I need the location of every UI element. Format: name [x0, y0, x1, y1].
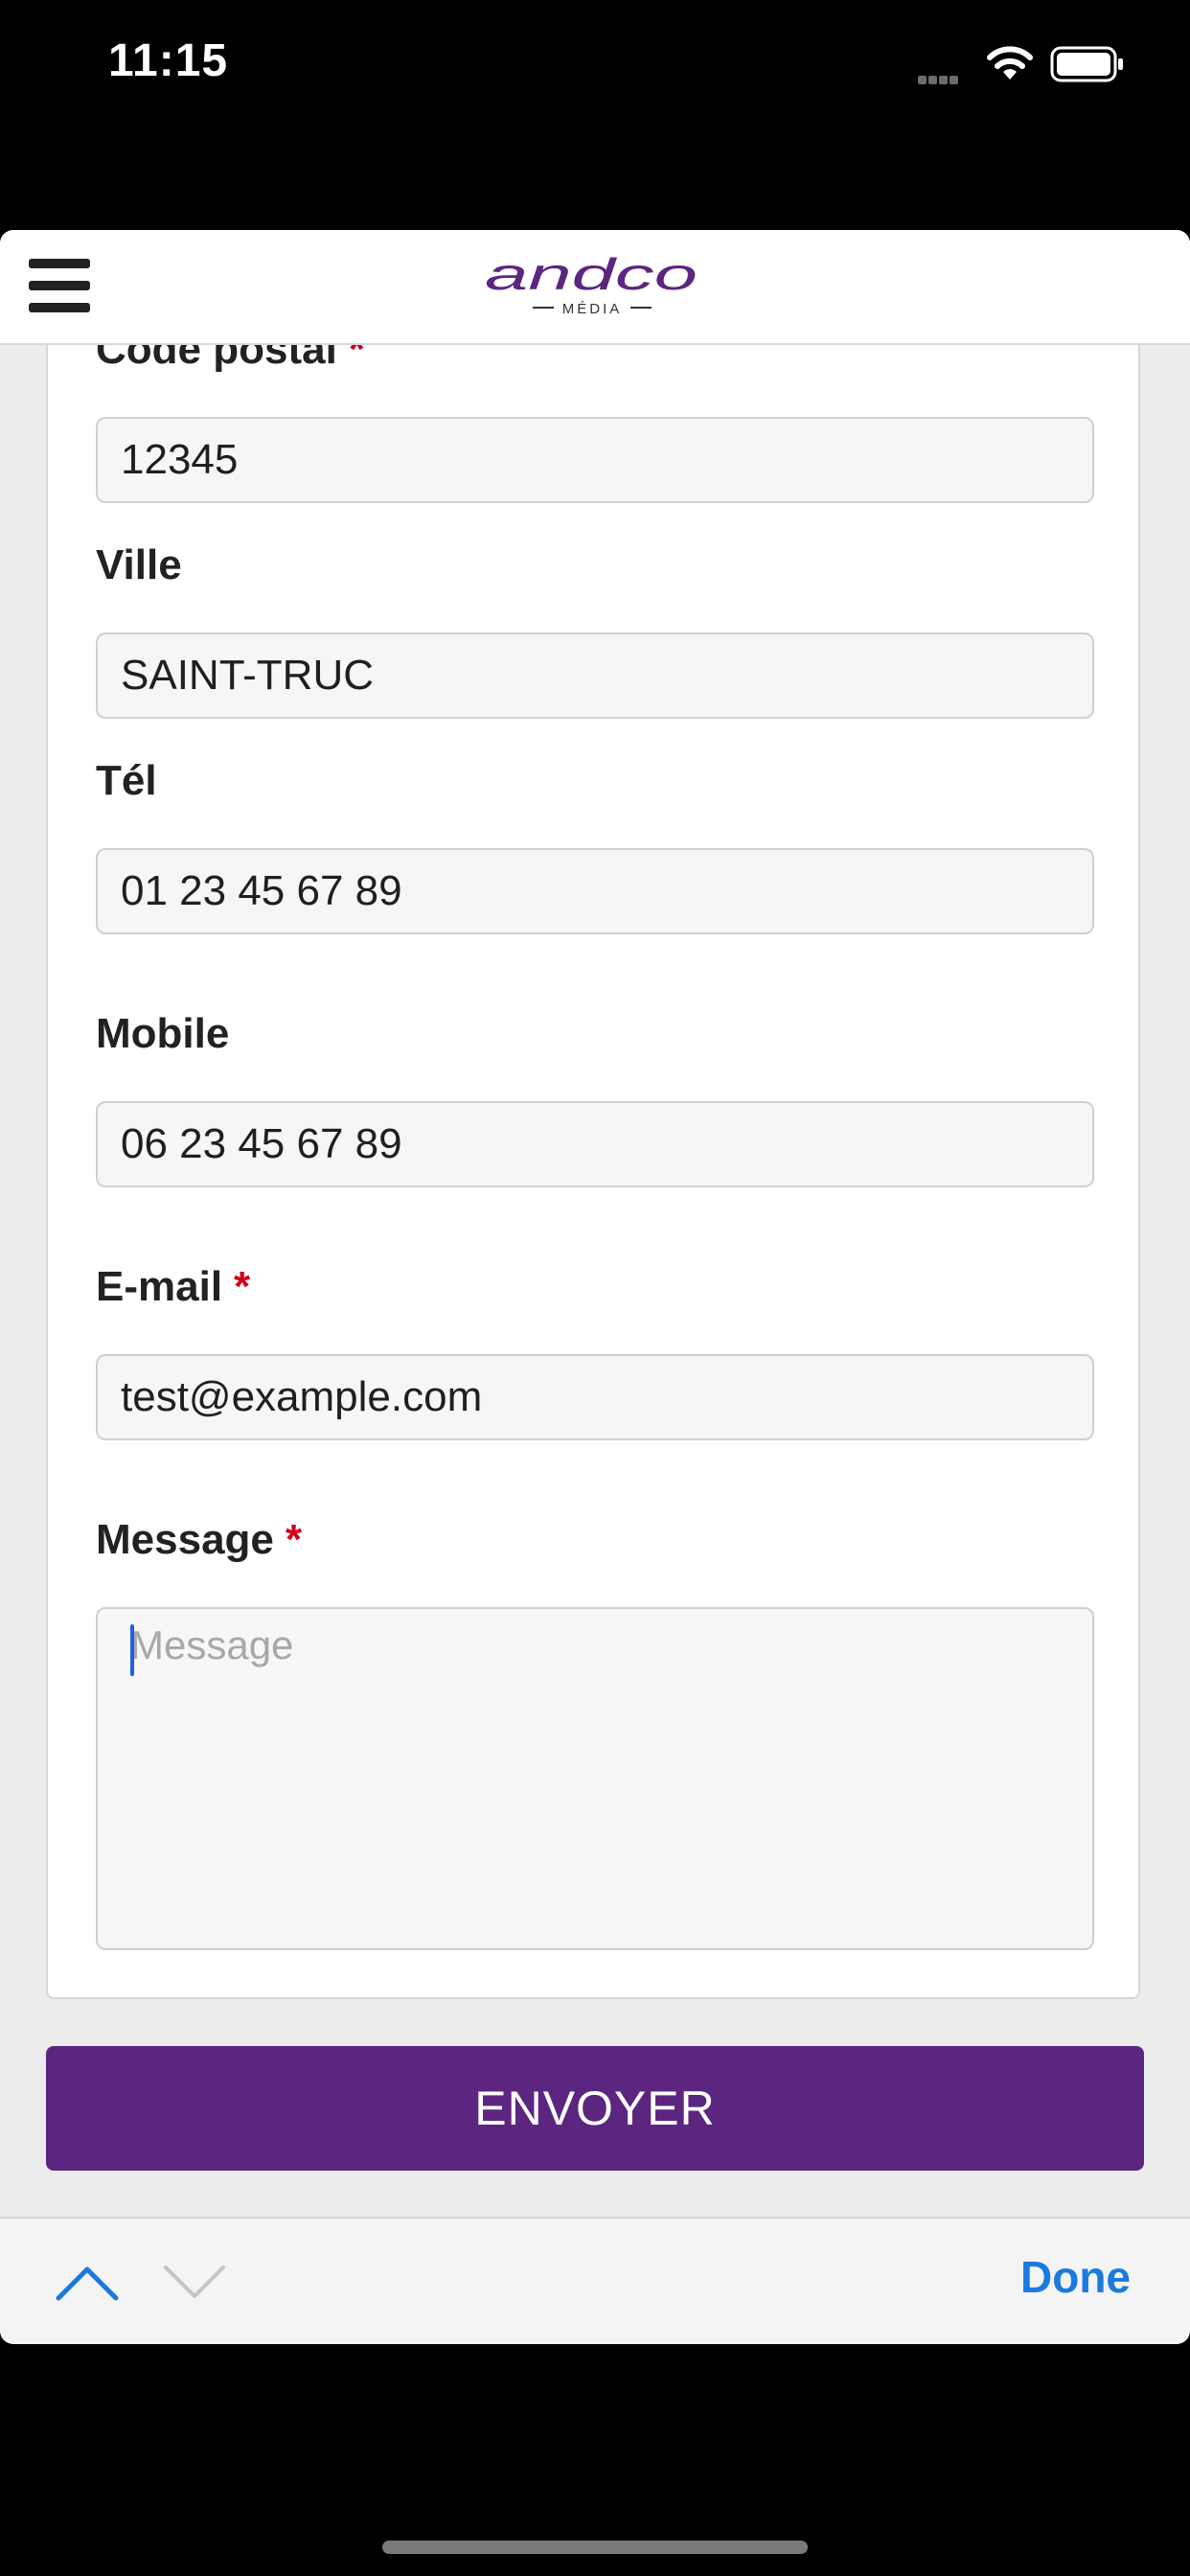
home-indicator[interactable]	[382, 2541, 808, 2554]
submit-button[interactable]: ENVOYER	[46, 2046, 1144, 2171]
postal-code-input[interactable]: 12345	[96, 417, 1094, 503]
cellular-signal-icon	[918, 72, 960, 89]
app-header: andco MÉDIA	[0, 230, 1190, 345]
phone-label: Tél	[96, 757, 157, 804]
battery-icon	[1050, 46, 1123, 82]
svg-text:MÉDIA: MÉDIA	[562, 301, 623, 317]
svg-text:andco: andco	[485, 253, 698, 299]
text-caret	[130, 1624, 134, 1676]
email-label: E-mail *	[96, 1263, 251, 1310]
hamburger-menu-icon[interactable]	[29, 259, 90, 312]
city-label: Ville	[96, 541, 182, 588]
phone-input[interactable]: 01 23 45 67 89	[96, 848, 1094, 934]
status-bar: 11:15	[0, 0, 1190, 134]
message-textarea[interactable]: Message	[96, 1607, 1094, 1950]
wifi-icon	[987, 46, 1033, 80]
email-input[interactable]: test@example.com	[96, 1354, 1094, 1440]
done-button[interactable]: Done	[1020, 2251, 1131, 2303]
mobile-input[interactable]: 06 23 45 67 89	[96, 1101, 1094, 1187]
web-view: andco MÉDIA Code postal * 12345 Ville SAI…	[0, 230, 1190, 2344]
keyboard-accessory-bar: Done	[0, 2217, 1190, 2344]
message-label: Message *	[96, 1516, 303, 1563]
andco-media-logo[interactable]: andco MÉDIA	[485, 253, 699, 320]
mobile-label: Mobile	[96, 1010, 230, 1057]
status-time: 11:15	[108, 35, 229, 86]
city-input[interactable]: SAINT-TRUC	[96, 632, 1094, 719]
message-placeholder: Message	[130, 1622, 294, 1668]
chevron-up-icon[interactable]	[56, 2263, 119, 2301]
chevron-down-icon[interactable]	[163, 2263, 226, 2301]
